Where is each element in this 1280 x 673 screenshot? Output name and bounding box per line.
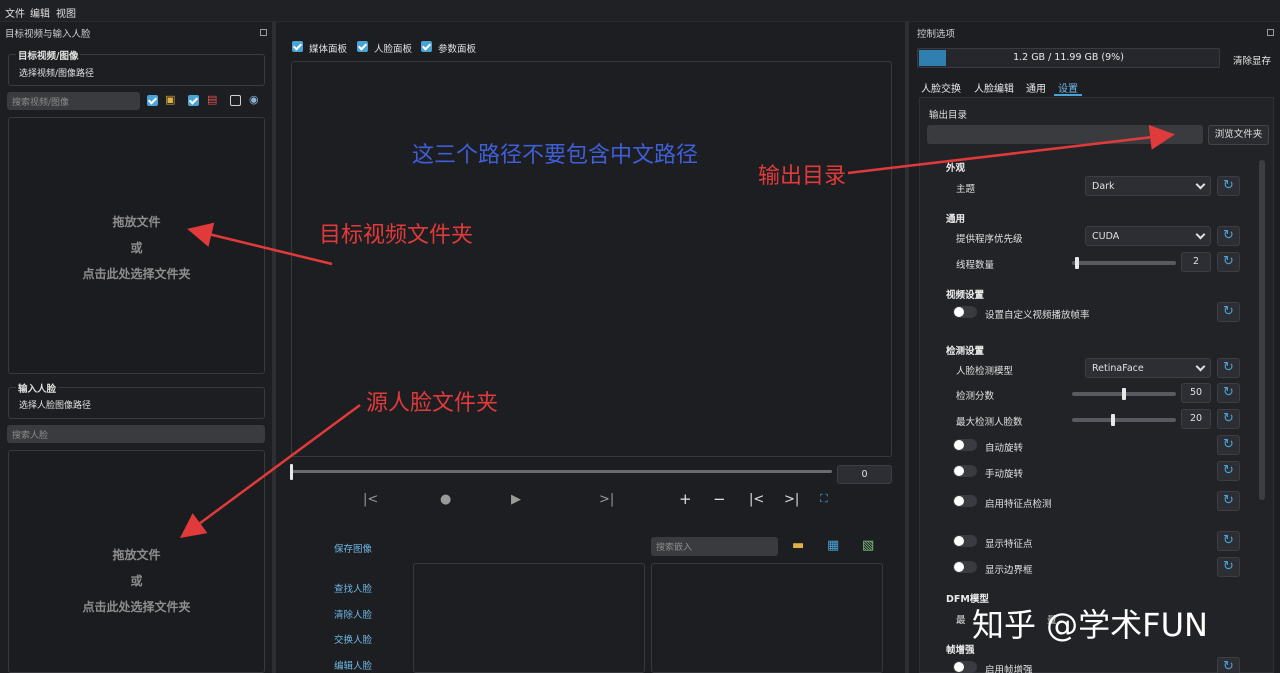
arrow-output-dir xyxy=(847,124,1175,175)
arrow-target-video-folder xyxy=(187,222,333,266)
arrow-source-face-folder xyxy=(179,403,361,538)
annotation-arrows xyxy=(179,124,1175,538)
watermark: 知乎 @学术FUN xyxy=(972,606,1208,644)
